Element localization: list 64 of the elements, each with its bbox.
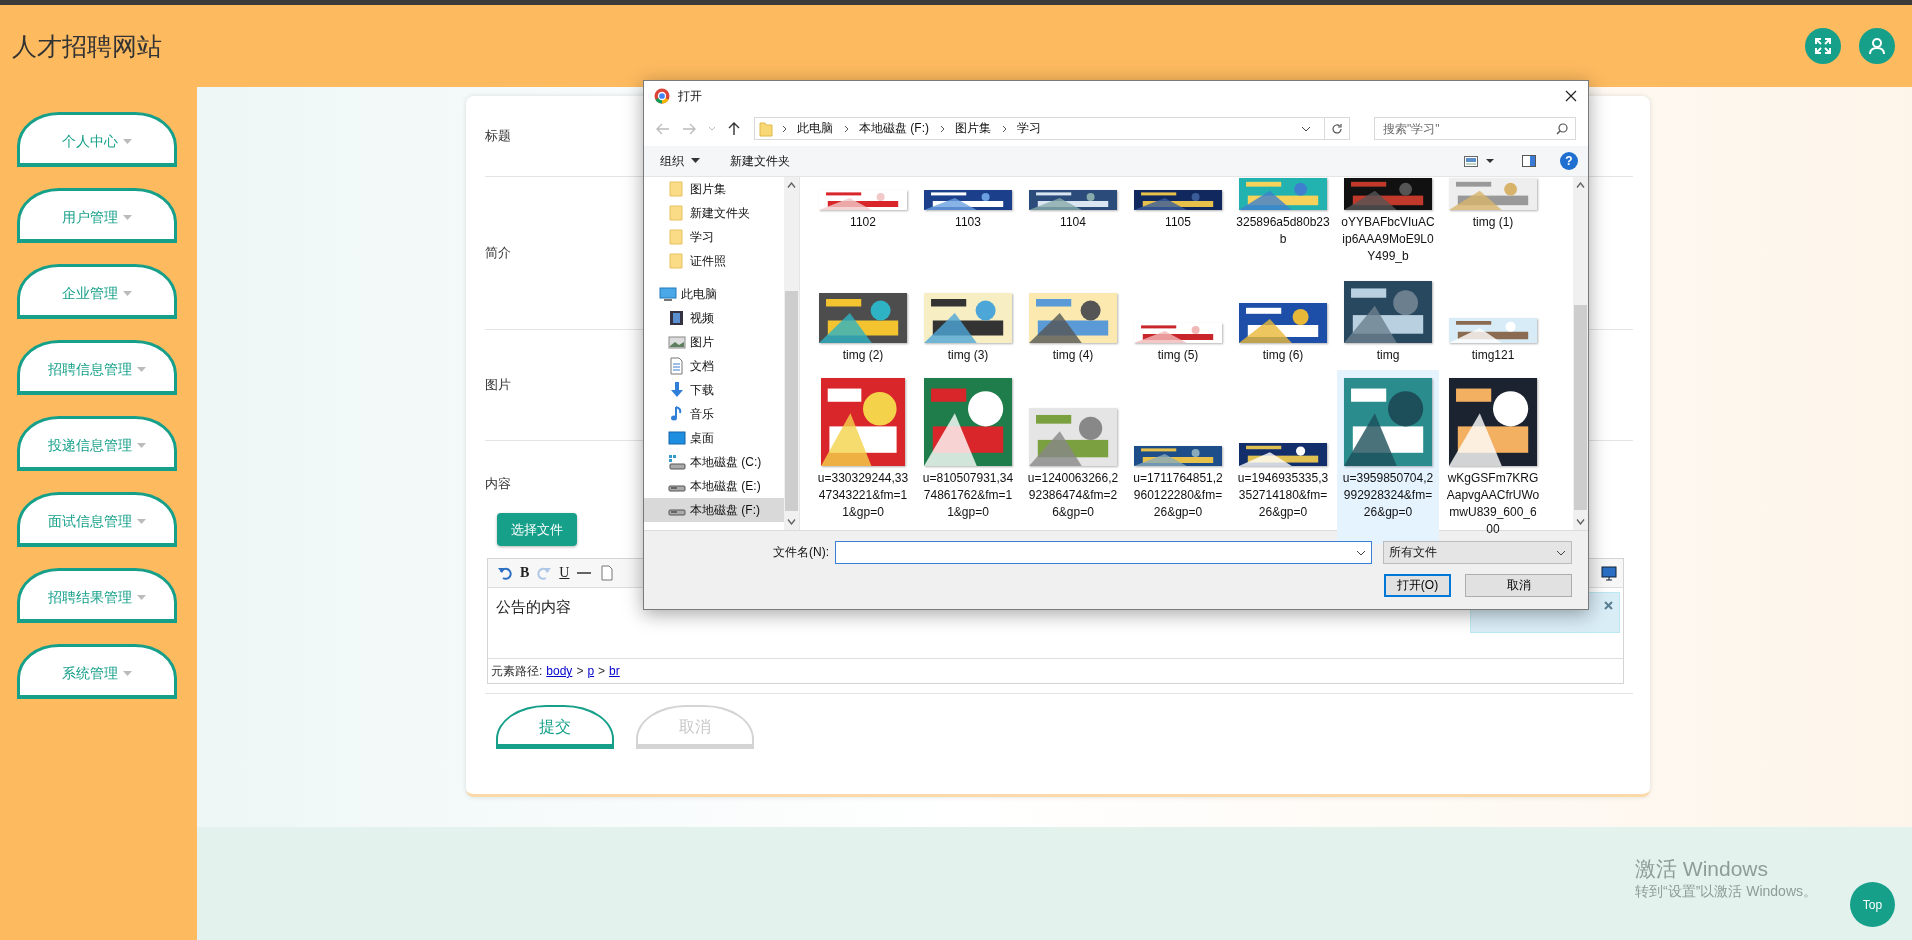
file-item[interactable]: timg (2)	[812, 271, 914, 370]
organize-menu[interactable]: 组织	[656, 150, 704, 172]
breadcrumb[interactable]: 学习	[1017, 120, 1041, 137]
tree-item[interactable]: 证件照	[644, 249, 784, 273]
tree-item[interactable]: 新建文件夹	[644, 201, 784, 225]
file-item[interactable]: timg121	[1442, 271, 1544, 370]
file-item[interactable]: u=1711764851,2960122280&fm=26&gp=0	[1127, 370, 1229, 544]
file-item[interactable]: wKgGSFm7KRGAapvgAACfrUWomwU839_600_600	[1442, 370, 1544, 544]
file-item[interactable]: u=330329244,3347343221&fm=11&gp=0	[812, 370, 914, 544]
tree-item[interactable]: 音乐	[644, 402, 784, 426]
file-item[interactable]: 1102	[812, 177, 914, 271]
file-item[interactable]: 1104	[1022, 177, 1124, 271]
tree-item[interactable]: 此电脑	[644, 282, 784, 306]
file-item[interactable]: oYYBAFbcVIuACip6AAA9MoE9L0Y499_b	[1337, 177, 1439, 271]
tree-item[interactable]: 本地磁盘 (C:)	[644, 450, 784, 474]
path-link[interactable]: body	[546, 664, 573, 678]
file-item[interactable]: timg (4)	[1022, 271, 1124, 370]
file-item[interactable]: timg	[1337, 271, 1439, 370]
field-label: 内容	[485, 475, 511, 493]
field-label: 标题	[485, 127, 511, 145]
tree-item[interactable]: 学习	[644, 225, 784, 249]
cancel-button[interactable]: 取消	[1465, 574, 1572, 597]
activation-text: 转到“设置”以激活 Windows。	[1635, 883, 1817, 901]
field-label: 简介	[485, 244, 511, 262]
breadcrumb[interactable]: 此电脑	[797, 120, 833, 137]
file-item[interactable]: 325896a5d80b23b	[1232, 177, 1334, 271]
help-button[interactable]: ?	[1560, 152, 1578, 170]
file-item[interactable]: u=1946935335,3352714180&fm=26&gp=0	[1232, 370, 1334, 544]
search-field[interactable]: 搜索"学习"	[1374, 117, 1576, 140]
path-separator: >	[576, 664, 584, 678]
file-item[interactable]: u=810507931,3474861762&fm=11&gp=0	[917, 370, 1019, 544]
file-item[interactable]: timg (5)	[1127, 271, 1229, 370]
dialog-title: 打开	[678, 87, 703, 105]
path-link[interactable]: br	[609, 664, 620, 678]
path-label: 元素路径:	[491, 662, 543, 680]
file-item[interactable]: timg (6)	[1232, 271, 1334, 370]
tree-item[interactable]: 图片	[644, 330, 784, 354]
file-item[interactable]: 1103	[917, 177, 1019, 271]
tree-item[interactable]: 本地磁盘 (E:)	[644, 474, 784, 498]
path-link[interactable]: p	[587, 664, 595, 678]
tree-item[interactable]: 本地磁盘 (F:)	[644, 498, 784, 522]
open-button[interactable]: 打开(O)	[1384, 574, 1451, 597]
breadcrumb[interactable]: 图片集	[955, 120, 991, 137]
new-folder-button[interactable]: 新建文件夹	[726, 150, 794, 172]
tree-item[interactable]: 下载	[644, 378, 784, 402]
site-title: 人才招聘网站	[12, 30, 162, 62]
field-label: 文件名(N):	[773, 544, 829, 561]
underline-button[interactable]: U	[559, 565, 570, 581]
field-label: 图片	[485, 376, 511, 394]
file-type-select[interactable]: 所有文件	[1383, 541, 1572, 564]
tree-item[interactable]: 图片集	[644, 177, 784, 201]
tree-item[interactable]: 桌面	[644, 426, 784, 450]
tree-item[interactable]: 视频	[644, 306, 784, 330]
file-item[interactable]: u=3959850704,2992928324&fm=26&gp=0	[1337, 370, 1439, 544]
bold-button[interactable]: B	[520, 565, 530, 581]
path-separator: >	[598, 664, 606, 678]
activation-title: 激活 Windows	[1635, 856, 1769, 882]
file-item[interactable]: u=1240063266,292386474&fm=26&gp=0	[1022, 370, 1124, 544]
address-field[interactable]: 此电脑 本地磁盘 (F:) 图片集 学习	[754, 117, 1350, 140]
breadcrumb[interactable]: 本地磁盘 (F:)	[859, 120, 929, 137]
file-item[interactable]: 1105	[1127, 177, 1229, 271]
file-item[interactable]: timg (3)	[917, 271, 1019, 370]
tree-item[interactable]: 文档	[644, 354, 784, 378]
file-item[interactable]: timg (1)	[1442, 177, 1544, 271]
